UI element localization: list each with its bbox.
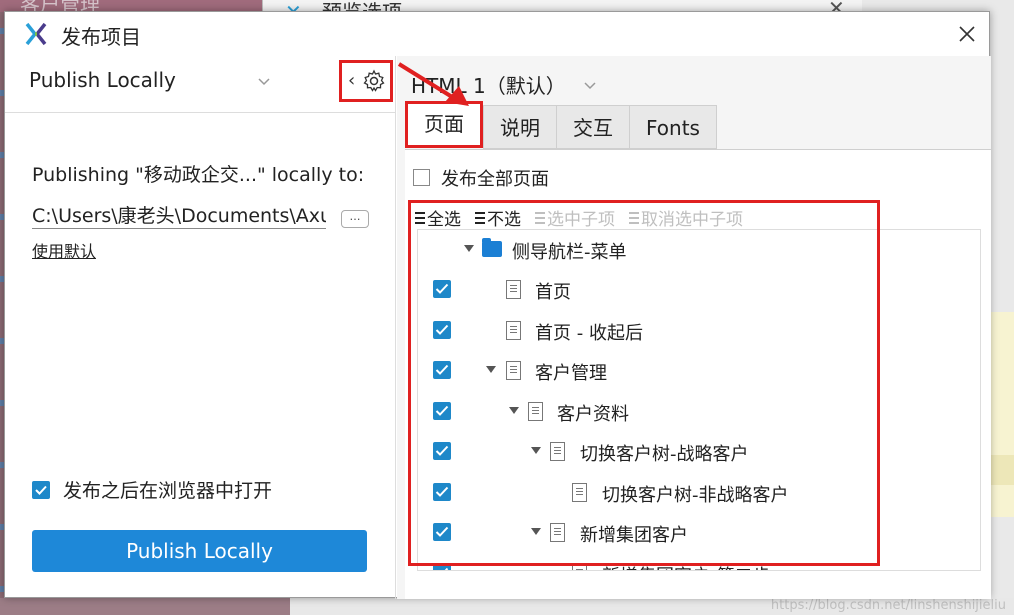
gear-icon[interactable] [362, 69, 386, 93]
watermark: https://blog.csdn.net/linshenshijieliu [770, 598, 1006, 613]
tab-bar: 页面 说明 交互 Fonts [405, 101, 717, 149]
close-icon[interactable] [955, 22, 979, 46]
publishing-location-text: Publishing "移动政企交..." locally to: [32, 164, 365, 186]
publish-all-pages-label: 发布全部页面 [441, 169, 549, 190]
publish-all-pages-checkbox[interactable] [413, 169, 430, 186]
divider [5, 112, 396, 113]
publish-target-select[interactable]: Publish Locally [29, 68, 176, 92]
open-after-publish-checkbox[interactable] [32, 481, 50, 499]
settings-toggle-highlight[interactable]: ‹ [339, 60, 393, 102]
chevron-left-icon[interactable]: ‹ [348, 70, 355, 91]
browse-button[interactable]: … [341, 210, 369, 228]
annotation-arrow-icon [397, 62, 469, 106]
chevron-down-icon[interactable] [583, 80, 597, 90]
dialog-title: 发布项目 [61, 25, 141, 49]
background-bottom-left [0, 598, 290, 615]
tree-highlight-box [408, 200, 880, 566]
axure-logo-icon [25, 22, 47, 46]
background-yellow-panel-2 [990, 455, 1014, 485]
output-path-field[interactable]: C:\Users\康老头\Documents\Axure [32, 201, 326, 229]
checkmark-icon [444, 567, 449, 570]
left-pane: Publish Locally ‹ Publishing "移动政企交..." … [5, 56, 396, 599]
tab-notes[interactable]: 说明 [483, 105, 556, 149]
dialog-titlebar: 发布项目 [5, 12, 989, 56]
publish-dialog: 发布项目 Publish Locally ‹ Publishing "移动政企交… [4, 11, 991, 599]
tab-interactions[interactable]: 交互 [556, 105, 629, 149]
checkmark-icon [35, 485, 47, 495]
use-default-link[interactable]: 使用默认 [32, 238, 96, 262]
publish-locally-button[interactable]: Publish Locally [32, 530, 367, 572]
tab-fonts[interactable]: Fonts [629, 105, 717, 149]
open-after-publish-label: 发布之后在浏览器中打开 [63, 480, 273, 502]
chevron-down-icon[interactable] [257, 76, 271, 86]
background-yellow-panel [990, 312, 1014, 517]
